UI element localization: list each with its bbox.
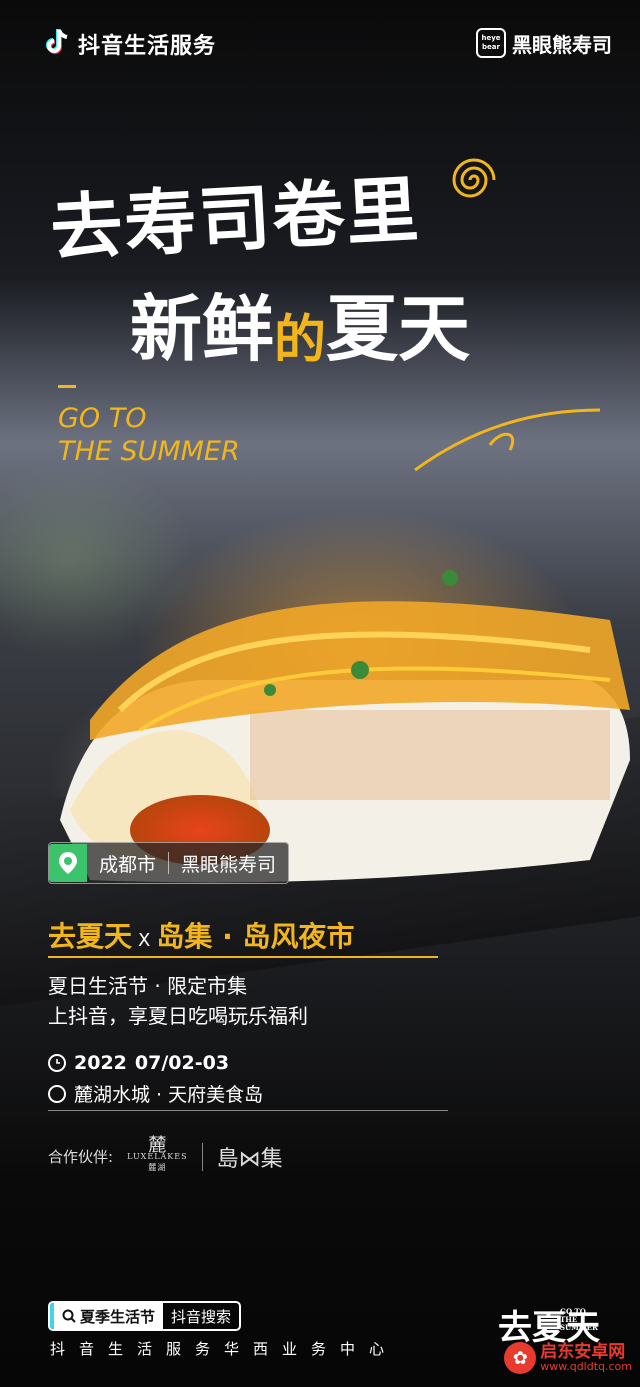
sushi-roll-image (60, 570, 630, 883)
event-date-year: 2022 (74, 1052, 127, 1074)
partners-label: 合作伙伴: (48, 1148, 114, 1166)
luxelakes-small: 麓湖 (148, 1163, 167, 1172)
search-tag: 夏季生活节 (54, 1303, 164, 1329)
event-place-text: 麓湖水城 · 天府美食岛 (74, 1084, 264, 1106)
heye-bear-label: 黑眼熊寿司 (512, 32, 612, 57)
location-circle-icon (48, 1084, 66, 1103)
douyin-brand-label: 抖音生活服务 (78, 34, 217, 59)
headline-line1: 去寿司卷里 (48, 166, 423, 271)
location-shop: 黑眼熊寿司 (181, 853, 277, 876)
footer-org: 抖音生活服务华西业务中心 (50, 1340, 399, 1358)
slogan-line2: THE SUMMER (58, 436, 240, 467)
douyin-brand: 抖音生活服务 (44, 28, 216, 60)
watermark-url: www.qdldtq.com (540, 1360, 632, 1373)
slogan-line1: GO TO (58, 403, 147, 434)
location-pin-icon (49, 844, 87, 882)
partners-separator (201, 1142, 203, 1171)
location-tag: 成都市 黑眼熊寿司 (48, 842, 290, 884)
slogan-dash (58, 385, 76, 388)
watermark: ✿ 启东安卓网 www.qdldtq.com (504, 1342, 632, 1374)
search-icon (62, 1309, 76, 1323)
luxelakes-en: LUXELAKES (127, 1152, 188, 1161)
info-underline (48, 1110, 448, 1111)
douyin-icon (44, 28, 70, 60)
watermark-name: 启东安卓网 (540, 1342, 626, 1362)
headline-line2-b: 夏天 (326, 286, 471, 371)
watermark-text-block: 启东安卓网 www.qdldtq.com (540, 1343, 632, 1373)
headline-line2: 新鲜的夏天 (130, 270, 470, 375)
partners: 合作伙伴: 麓 LUXELAKES 麓湖 島⋈集 (48, 1135, 283, 1173)
event-title: 去夏天 X 岛集 · 岛风夜市 (48, 915, 355, 955)
stroke-decoration-icon (414, 408, 601, 472)
search-text: 抖音搜索 (171, 1307, 232, 1326)
location-city: 成都市 (99, 853, 157, 876)
watermark-logo-icon: ✿ (504, 1342, 537, 1374)
event-title-underline (48, 956, 438, 958)
swirl-decoration-icon (452, 158, 496, 198)
luxelakes-logo: 麓 LUXELAKES 麓湖 (127, 1135, 188, 1173)
event-title-x: X (138, 930, 151, 951)
top-bar: 抖音生活服务 heye bear 黑眼熊寿司 (0, 0, 640, 90)
event-subtitle-2: 上抖音，享夏日吃喝玩乐福利 (48, 1004, 308, 1028)
headline-line2-highlight: 的 (274, 309, 327, 371)
island-logo: 島⋈集 (216, 1146, 283, 1172)
event-title-part2: 岛集 · 岛风夜市 (156, 920, 355, 953)
search-tag-text: 夏季生活节 (80, 1307, 156, 1326)
heye-bear-brand: heye bear 黑眼熊寿司 (476, 28, 612, 58)
event-date-range: 07/02-03 (134, 1052, 230, 1074)
headline: 去寿司卷里 新鲜的夏天 (48, 160, 470, 371)
event-place: 麓湖水城 · 天府美食岛 (48, 1080, 263, 1107)
headline-line2-a: 新鲜 (130, 286, 275, 371)
event-title-part1: 去夏天 (48, 920, 133, 953)
summer-signature-mini: GO TO THE SUMMER (560, 1307, 598, 1332)
clock-icon (48, 1054, 66, 1072)
event-subtitle-1: 夏日生活节 · 限定市集 (48, 974, 248, 998)
go-to-summer-slogan: GO TO THE SUMMER (58, 385, 240, 468)
luxelakes-cn: 麓 (148, 1135, 167, 1156)
bear-logo-icon: heye bear (476, 28, 506, 58)
event-date: 2022 07/02-03 (48, 1052, 229, 1074)
douyin-search-box[interactable]: 夏季生活节 抖音搜索 (48, 1301, 242, 1331)
